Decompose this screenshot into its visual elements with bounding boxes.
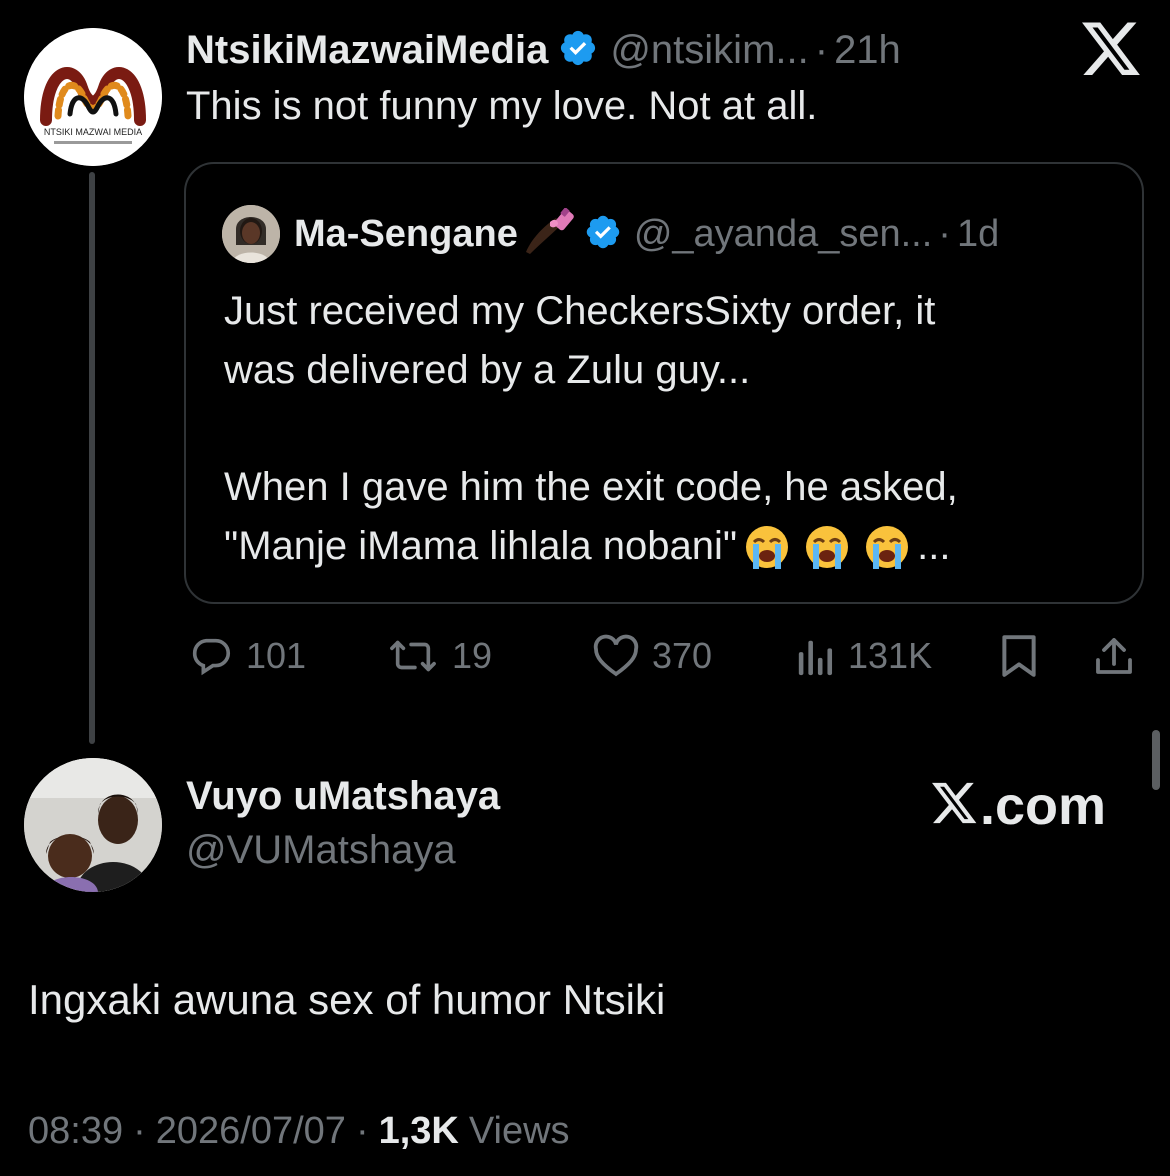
reply-time[interactable]: 08:39 [28,1110,123,1153]
meta-separator: · [355,1110,369,1152]
reply-tweet-text: Ingxaki awuna sex of humor Ntsiki [28,976,666,1023]
repost-count: 19 [452,635,493,676]
quoted-tweet-card[interactable]: Ma-Sengane @_ayanda_sen... · 1d Just rec… [184,162,1144,604]
parent-author-handle[interactable]: @ntsikim... [610,28,808,73]
reply-author-name[interactable]: Vuyo uMatshaya [186,774,500,819]
quoted-text-fragment: "Manje iMama lihlala nobani" [224,524,738,568]
x-logo-icon[interactable] [1082,22,1142,78]
quoted-tweet-text: Just received my CheckersSixty order, it… [224,282,1104,576]
reply-views-count[interactable]: 1,3K [379,1110,459,1153]
x-logo-icon [932,782,978,831]
share-action[interactable] [1092,628,1136,684]
svg-text:NTSIKI MAZWAI MEDIA: NTSIKI MAZWAI MEDIA [44,127,142,137]
quoted-header-separator: · [938,212,951,255]
nail-polish-emoji-icon [522,206,574,261]
reply-author-avatar[interactable] [24,758,162,892]
reply-action[interactable]: 101 [188,628,306,684]
ntsiki-media-logo: NTSIKI MAZWAI MEDIA [24,28,162,166]
quoted-author-avatar[interactable] [222,205,280,263]
x-com-watermark: .com [932,776,1106,836]
reply-author-handle[interactable]: @VUMatshaya [186,828,456,873]
parent-header: NtsikiMazwaiMedia @ntsikim... · 21h [186,24,901,76]
bookmark-icon [998,633,1040,679]
quoted-timestamp[interactable]: 1d [957,213,999,256]
verified-badge-icon [584,213,622,256]
heart-icon [592,633,640,679]
quoted-text-line: When I gave him the exit code, he asked, [224,465,958,509]
quoted-tweet-header: Ma-Sengane @_ayanda_sen... · 1d [222,204,999,264]
quoted-text-line: Just received my CheckersSixty order, it [224,289,936,333]
scrollbar[interactable] [1152,730,1160,790]
like-action[interactable]: 370 [592,628,712,684]
verified-badge-icon [558,28,598,73]
tweet-screenshot: NTSIKI MAZWAI MEDIA NtsikiMazwaiMedia @n… [0,0,1170,1176]
reply-metadata: 08:39 · 2026/07/07 · 1,3K Views [28,1110,570,1153]
quoted-author-handle[interactable]: @_ayanda_sen... [634,213,932,256]
like-count: 370 [652,635,713,676]
reply-views-label: Views [468,1110,570,1152]
parent-tweet-text: This is not funny my love. Not at all. [186,84,818,128]
analytics-bars-icon [796,635,836,677]
reply-count: 101 [246,635,307,676]
repost-action[interactable]: 19 [386,628,492,684]
views-action[interactable]: 131K [796,628,932,684]
reply-bubble-icon [188,633,234,679]
parent-avatar[interactable]: NTSIKI MAZWAI MEDIA [24,28,162,166]
quoted-text-line: "Manje iMama lihlala nobani" ... [224,517,1104,576]
share-upload-icon [1092,633,1136,679]
repost-icon [386,633,440,679]
quoted-text-fragment: ... [917,524,951,568]
bookmark-action[interactable] [998,628,1040,684]
header-separator: · [814,27,829,72]
reply-date[interactable]: 2026/07/07 [156,1110,346,1153]
thread-line [89,172,95,744]
loudly-crying-emoji-icon [805,525,849,569]
view-count: 131K [848,635,933,676]
meta-separator: · [133,1110,146,1152]
parent-timestamp[interactable]: 21h [834,28,901,73]
loudly-crying-emoji-icon [745,525,789,569]
parent-author-name[interactable]: NtsikiMazwaiMedia [186,28,548,73]
quoted-text-line: was delivered by a Zulu guy... [224,348,751,392]
loudly-crying-emoji-icon [865,525,909,569]
watermark-domain: .com [980,776,1107,836]
quoted-author-name[interactable]: Ma-Sengane [294,213,518,256]
